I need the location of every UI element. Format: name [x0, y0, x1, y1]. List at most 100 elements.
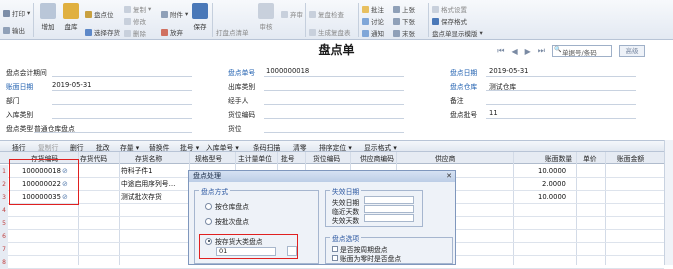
cell-qty[interactable]: 10.0000: [538, 165, 566, 177]
vertical-scrollbar[interactable]: [664, 140, 673, 265]
clear-zero-button[interactable]: 清零: [293, 142, 307, 152]
radio-by-warehouse[interactable]: 按仓库盘点: [205, 201, 249, 211]
in-doc-no-button[interactable]: 入库单号 ▾: [206, 142, 239, 152]
cell-qty[interactable]: 10.0000: [538, 191, 566, 203]
recheck-button[interactable]: 复盘检查: [309, 9, 344, 19]
cell-name[interactable]: 中途启用序列号…: [121, 178, 175, 190]
col-inventory-alias[interactable]: 存货代码: [80, 153, 107, 163]
radio-by-batch[interactable]: 按批次盘点: [205, 216, 249, 226]
export-icon: [3, 26, 10, 34]
cell-qty[interactable]: 2.0000: [542, 178, 566, 190]
col-batch[interactable]: 批号: [281, 153, 295, 163]
barcode-scan-button[interactable]: 条码扫描: [253, 142, 280, 152]
stocktake-icon: [63, 3, 79, 19]
discuss-icon: [362, 17, 369, 25]
output-button[interactable]: 输出: [3, 25, 25, 35]
next-button[interactable]: 下张: [393, 16, 415, 26]
print-list-button[interactable]: 打盘点清单: [216, 27, 249, 37]
edit-icon: [124, 17, 131, 25]
delete-icon: [124, 29, 131, 37]
add-icon: [40, 3, 56, 19]
discuss-button[interactable]: 讨论: [362, 16, 384, 26]
point-icon: [85, 10, 92, 18]
search-input[interactable]: 单据号/条码: [552, 45, 612, 57]
col-spec[interactable]: 规格型号: [195, 153, 222, 163]
insert-row-button[interactable]: 插行: [12, 142, 26, 152]
out-category-label: 出库类别: [228, 83, 256, 91]
prev-icon: [393, 5, 400, 13]
first-record-icon[interactable]: ⏮: [497, 46, 504, 56]
notify-icon: [362, 29, 369, 37]
expiry-group: 失效日期 失效日期 临近天数 失效天数: [325, 186, 423, 227]
save-format-button[interactable]: 保存格式: [432, 16, 467, 26]
slot-label: 货位: [228, 125, 242, 133]
sort-locate-button[interactable]: 排序定位 ▾: [319, 142, 352, 152]
replace-part-button[interactable]: 替换件: [149, 142, 169, 152]
generate-recheck-button[interactable]: 生成复盘表: [309, 27, 351, 37]
batch-edit-button[interactable]: 批改: [96, 142, 110, 152]
advanced-search-button[interactable]: 高级: [619, 45, 645, 57]
select-icon: [85, 28, 92, 36]
add-button[interactable]: 增加: [37, 3, 59, 31]
format-icon: [432, 5, 439, 13]
remark-label: 备注: [450, 97, 464, 105]
expiry-date-input[interactable]: [364, 196, 414, 204]
last-button[interactable]: 末张: [393, 28, 415, 38]
close-icon[interactable]: ✕: [446, 171, 452, 182]
discard-button[interactable]: 放弃: [161, 27, 183, 37]
col-slot-code[interactable]: 货位编码: [313, 153, 340, 163]
col-book-amount[interactable]: 账面金额: [617, 153, 644, 163]
save-button[interactable]: 保存: [189, 3, 211, 31]
display-format-button[interactable]: 显示格式 ▾: [364, 142, 397, 152]
batch-no-button[interactable]: 批号 ▾: [180, 142, 199, 152]
select-inventory-button[interactable]: 选择存货: [85, 27, 120, 37]
audit-icon: [258, 3, 274, 19]
copy-button[interactable]: 复制 ▾: [124, 4, 151, 14]
notify-button[interactable]: 通知: [362, 28, 384, 38]
col-supplier-code[interactable]: 供应商编码: [360, 153, 394, 163]
cell-name[interactable]: 符科子件1: [121, 165, 153, 177]
delete-row-button[interactable]: 删行: [70, 142, 84, 152]
print-button[interactable]: 打印 ▾: [3, 8, 30, 18]
modify-button[interactable]: 修改: [124, 16, 146, 26]
next-record-icon[interactable]: ▶: [525, 47, 531, 56]
zero-stock-checkbox[interactable]: 账面为零时是否盘点: [332, 253, 401, 263]
save-format-icon: [432, 17, 439, 25]
save-icon: [192, 3, 208, 19]
near-days-input[interactable]: [364, 205, 414, 213]
doc-no-value[interactable]: 1000000018: [266, 67, 309, 75]
audit-button[interactable]: 审核: [255, 3, 277, 31]
copy-icon: [124, 5, 131, 13]
handler-label: 经手人: [228, 97, 249, 105]
book-date-value[interactable]: 2019-05-31: [52, 81, 92, 89]
col-unit[interactable]: 主计量单位: [238, 153, 272, 163]
template-select[interactable]: 盘点单显示模版 ▾: [432, 28, 483, 38]
stocktake-point-button[interactable]: 盘点位: [85, 9, 114, 19]
attachment-button[interactable]: 附件 ▾: [161, 9, 188, 19]
grid-toolbar: 插行 复制行 删行 批改 存量 ▾ 替换件 批号 ▾ 入库单号 ▾ 条码扫描 清…: [0, 140, 664, 152]
stock-qty-button[interactable]: 存量 ▾: [120, 142, 139, 152]
col-inventory-name[interactable]: 存货名称: [135, 153, 162, 163]
format-settings-button[interactable]: 格式设置: [432, 4, 467, 14]
col-book-qty[interactable]: 账面数量: [545, 153, 572, 163]
copy-row-button[interactable]: 复制行: [38, 142, 58, 152]
recheck-icon: [309, 10, 316, 18]
cell-name[interactable]: 测试批次存货: [121, 191, 162, 203]
date-value[interactable]: 2019-05-31: [489, 67, 529, 75]
discard-icon: [161, 28, 168, 36]
last-record-icon[interactable]: ⏭: [538, 46, 545, 56]
dept-label: 部门: [6, 97, 20, 105]
stocktake-button[interactable]: 盘库: [60, 3, 82, 31]
delete-button[interactable]: 删除: [124, 28, 146, 38]
next-icon: [393, 17, 400, 25]
warehouse-label: 盘点仓库: [450, 83, 478, 91]
comment-button[interactable]: 批注: [362, 4, 384, 14]
col-unit-price[interactable]: 单价: [583, 153, 597, 163]
col-supplier[interactable]: 供应商: [435, 153, 455, 163]
batch-value[interactable]: 11: [489, 109, 498, 117]
prev-button[interactable]: 上张: [393, 4, 415, 14]
prev-record-icon[interactable]: ◀: [511, 47, 517, 56]
comment-icon: [362, 5, 369, 13]
expired-days-input[interactable]: [364, 214, 414, 222]
abandon-audit-button[interactable]: 弃审: [281, 9, 303, 19]
